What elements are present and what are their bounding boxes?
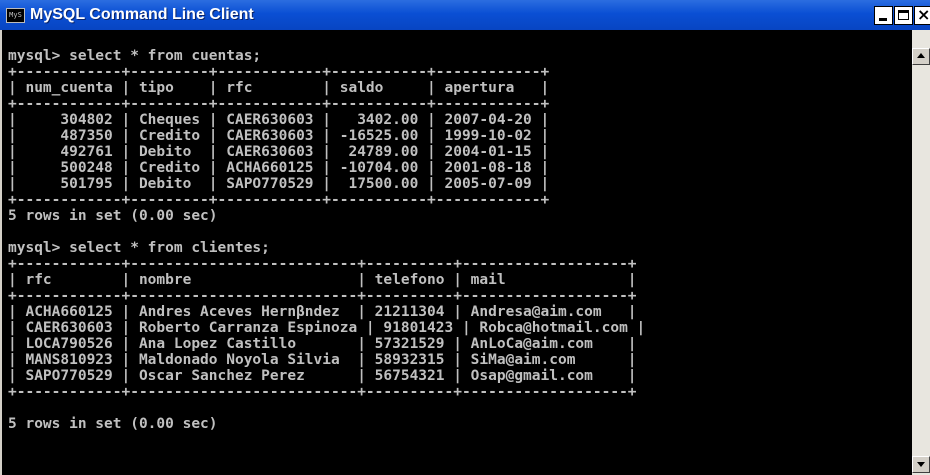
vertical-scrollbar[interactable] (912, 30, 930, 475)
console-line: 5 rows in set (0.00 sec) (8, 208, 218, 224)
console-line: +------------+---------+------------+---… (8, 64, 550, 80)
console-line: | 501795 | Debito | SAPO770529 | 17500.0… (8, 176, 550, 192)
console-line: | 492761 | Debito | CAER630603 | 24789.0… (8, 144, 550, 160)
title-bar[interactable]: MyS MySQL Command Line Client × (0, 0, 930, 30)
console-line: +------------+---------+------------+---… (8, 192, 550, 208)
maximize-icon (898, 10, 909, 20)
console-line: | ACHA660125 | Andres Aceves Hernβndez |… (8, 304, 637, 320)
minimize-icon (879, 18, 887, 21)
console-line: mysql> select * from clientes; (8, 240, 270, 256)
console-line: | LOCA790526 | Ana Lopez Castillo | 5732… (8, 336, 637, 352)
console-line: +------------+--------------------------… (8, 256, 637, 272)
console-line: | num_cuenta | tipo | rfc | saldo | aper… (8, 80, 550, 96)
console-window: MyS MySQL Command Line Client × mysql> s… (0, 0, 930, 475)
console-app-icon[interactable]: MyS (6, 8, 25, 23)
scroll-track[interactable] (912, 65, 930, 456)
console-line: | rfc | nombre | telefono | mail | (8, 272, 637, 288)
console-line: mysql> select * from cuentas; (8, 48, 262, 64)
close-icon: × (917, 6, 930, 24)
console-line: | 304802 | Cheques | CAER630603 | 3402.0… (8, 112, 550, 128)
scroll-up-button[interactable] (912, 48, 930, 65)
close-button[interactable]: × (914, 6, 930, 25)
scroll-down-arrow-icon (917, 462, 925, 467)
console-line: | SAPO770529 | Oscar Sanchez Perez | 567… (8, 368, 637, 384)
maximize-button[interactable] (894, 6, 913, 25)
window-title: MySQL Command Line Client (30, 6, 254, 23)
console-line: | MANS810923 | Maldonado Noyola Silvia |… (8, 352, 637, 368)
scroll-up-arrow-icon (917, 53, 925, 58)
console-line: | 487350 | Credito | CAER630603 | -16525… (8, 128, 550, 144)
console-line: | CAER630603 | Roberto Carranza Espinoza… (8, 320, 646, 336)
minimize-button[interactable] (874, 6, 893, 25)
console-line: | 500248 | Credito | ACHA660125 | -10704… (8, 160, 550, 176)
console-line: 5 rows in set (0.00 sec) (8, 416, 218, 432)
console-line: +------------+---------+------------+---… (8, 96, 550, 112)
console-line: +------------+--------------------------… (8, 384, 637, 400)
console-line: +------------+--------------------------… (8, 288, 637, 304)
console-output[interactable]: mysql> select * from cuentas; +----------… (2, 30, 912, 475)
scroll-down-button[interactable] (912, 456, 930, 473)
